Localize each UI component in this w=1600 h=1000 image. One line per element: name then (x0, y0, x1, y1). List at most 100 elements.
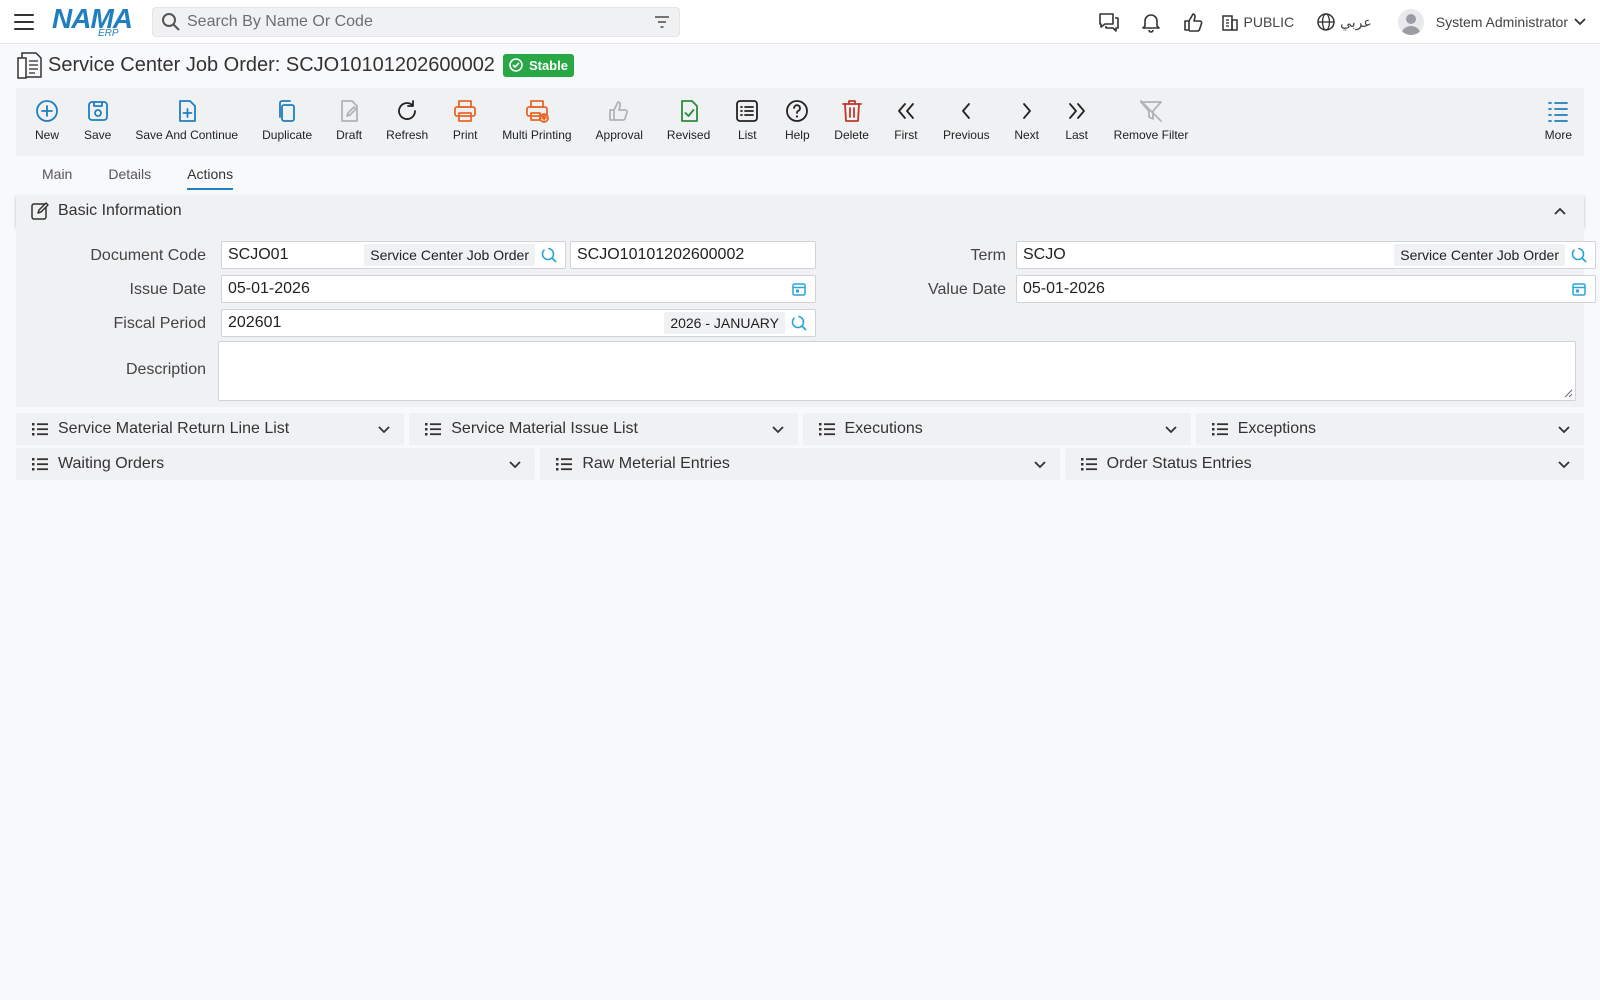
thumbs-up-icon[interactable] (1178, 7, 1208, 37)
chevron-down-icon (378, 426, 390, 434)
file-plus-icon (178, 100, 196, 122)
user-menu[interactable]: System Administrator (1397, 9, 1588, 35)
list-bullets-icon (32, 458, 48, 471)
save-and-continue-button[interactable]: Save And Continue (123, 88, 250, 156)
document-number-field[interactable]: SCJO10101202600002 (570, 241, 816, 269)
issue-date-field[interactable]: 05-01-2026 (221, 275, 816, 303)
toolbar-label: Next (1014, 128, 1039, 142)
fiscal-period-label: Fiscal Period (113, 315, 206, 332)
issue-date-value: 05-01-2026 (228, 280, 310, 297)
lookup-search-icon[interactable] (1569, 245, 1589, 265)
resize-handle-icon[interactable] (1563, 388, 1573, 398)
panel-title: Raw Meterial Entries (582, 455, 730, 472)
building-icon (1221, 15, 1238, 31)
panel-title: Exceptions (1237, 420, 1317, 437)
lookup-search-icon[interactable] (789, 313, 809, 333)
order-status-entries-panel[interactable]: Order Status Entries (1064, 448, 1584, 480)
save-icon (87, 101, 108, 121)
branch-selector[interactable]: PUBLIC (1220, 12, 1294, 32)
panel-title: Executions (844, 420, 923, 437)
description-textarea[interactable] (218, 341, 1576, 401)
chevron-down-icon (1034, 461, 1046, 469)
language-label: عربي (1340, 13, 1372, 30)
toolbar-label: Approval (595, 128, 643, 142)
printer-icon (454, 100, 477, 122)
calendar-icon[interactable] (789, 279, 809, 299)
remove-filter-button[interactable]: Remove Filter (1102, 88, 1201, 156)
file-check-icon (680, 100, 698, 122)
document-number-value: SCJO10101202600002 (577, 246, 745, 263)
term-value: SCJO (1023, 246, 1066, 263)
user-name: System Administrator (1435, 14, 1568, 30)
logo[interactable]: NAMA ERP (52, 3, 136, 40)
tab-main[interactable]: Main (42, 160, 72, 190)
filter-icon[interactable] (653, 13, 671, 31)
help-icon (786, 100, 809, 122)
document-code-field[interactable]: SCJO01 Service Center Job Order (221, 241, 566, 269)
search-icon (162, 12, 180, 31)
logo-subtext: ERP (98, 27, 119, 39)
service-material-issue-list-panel[interactable]: Service Material Issue List (409, 413, 798, 445)
service-material-return-line-list-panel[interactable]: Service Material Return Line List (16, 413, 405, 445)
check-circle-icon (509, 58, 523, 72)
approval-button[interactable]: Approval (584, 88, 655, 156)
next-button[interactable]: Next (1002, 88, 1052, 156)
language-selector[interactable]: عربي (1316, 12, 1372, 32)
more-button[interactable]: More (1533, 88, 1584, 156)
search-input[interactable] (187, 12, 653, 31)
value-date-field[interactable]: 05-01-2026 (1016, 275, 1596, 303)
waiting-orders-panel[interactable]: Waiting Orders (16, 448, 536, 480)
refresh-button[interactable]: Refresh (374, 88, 440, 156)
chevron-down-icon (771, 426, 784, 434)
chevron-up-icon[interactable] (1552, 203, 1568, 219)
chevron-down-icon (1558, 426, 1570, 434)
new-button[interactable]: New (22, 88, 72, 156)
chat-icon[interactable] (1094, 7, 1124, 37)
multi-printer-icon (525, 100, 549, 123)
bell-icon[interactable] (1136, 7, 1166, 37)
tab-details[interactable]: Details (108, 160, 151, 190)
chevron-down-icon (1165, 426, 1177, 434)
description-label: Description (125, 361, 206, 378)
fiscal-period-field[interactable]: 202601 2026 - JANUARY (221, 309, 816, 337)
list-button[interactable]: List (722, 88, 772, 156)
edit-icon (31, 202, 49, 220)
chevrons-left-icon (898, 103, 914, 119)
save-button[interactable]: Save (72, 88, 123, 156)
more-icon (1548, 102, 1569, 122)
lookup-search-icon[interactable] (539, 245, 559, 265)
page-title: Service Center Job Order: SCJO1010120260… (48, 53, 495, 76)
menu-icon[interactable] (14, 10, 38, 34)
draft-button[interactable]: Draft (324, 88, 374, 156)
list-bullets-icon (425, 423, 442, 436)
toolbar: New Save Save And Continue Duplicate Draft Re… (16, 88, 1584, 156)
toolbar-label: First (894, 128, 918, 142)
print-button[interactable]: Print (440, 88, 490, 156)
toolbar-label: More (1544, 128, 1572, 142)
delete-button[interactable]: Delete (822, 88, 881, 156)
basic-information-header[interactable]: Basic Information (16, 195, 1584, 227)
calendar-icon[interactable] (1569, 279, 1589, 299)
executions-panel[interactable]: Executions (802, 413, 1191, 445)
value-date-value: 05-01-2026 (1023, 280, 1105, 297)
previous-button[interactable]: Previous (931, 88, 1002, 156)
tab-actions[interactable]: Actions (187, 160, 234, 190)
globe-icon (1317, 13, 1335, 31)
section-title: Basic Information (58, 202, 182, 219)
panel-title: Waiting Orders (58, 455, 165, 472)
fiscal-period-tag: 2026 - JANUARY (664, 312, 785, 334)
term-field[interactable]: SCJO Service Center Job Order (1016, 241, 1596, 269)
help-button[interactable]: Help (772, 88, 822, 156)
last-button[interactable]: Last (1052, 88, 1102, 156)
trash-icon (841, 100, 862, 122)
revised-button[interactable]: Revised (655, 88, 722, 156)
multi-printing-button[interactable]: Multi Printing (490, 88, 583, 156)
toolbar-label: Previous (942, 128, 990, 142)
list-bullets-icon (1211, 423, 1228, 436)
duplicate-button[interactable]: Duplicate (250, 88, 324, 156)
status-text: Stable (528, 57, 568, 73)
raw-meterial-entries-panel[interactable]: Raw Meterial Entries (540, 448, 1060, 480)
first-button[interactable]: First (881, 88, 931, 156)
top-bar: NAMA ERP PUBLIC عربي System Administr (0, 0, 1600, 44)
exceptions-panel[interactable]: Exceptions (1195, 413, 1584, 445)
